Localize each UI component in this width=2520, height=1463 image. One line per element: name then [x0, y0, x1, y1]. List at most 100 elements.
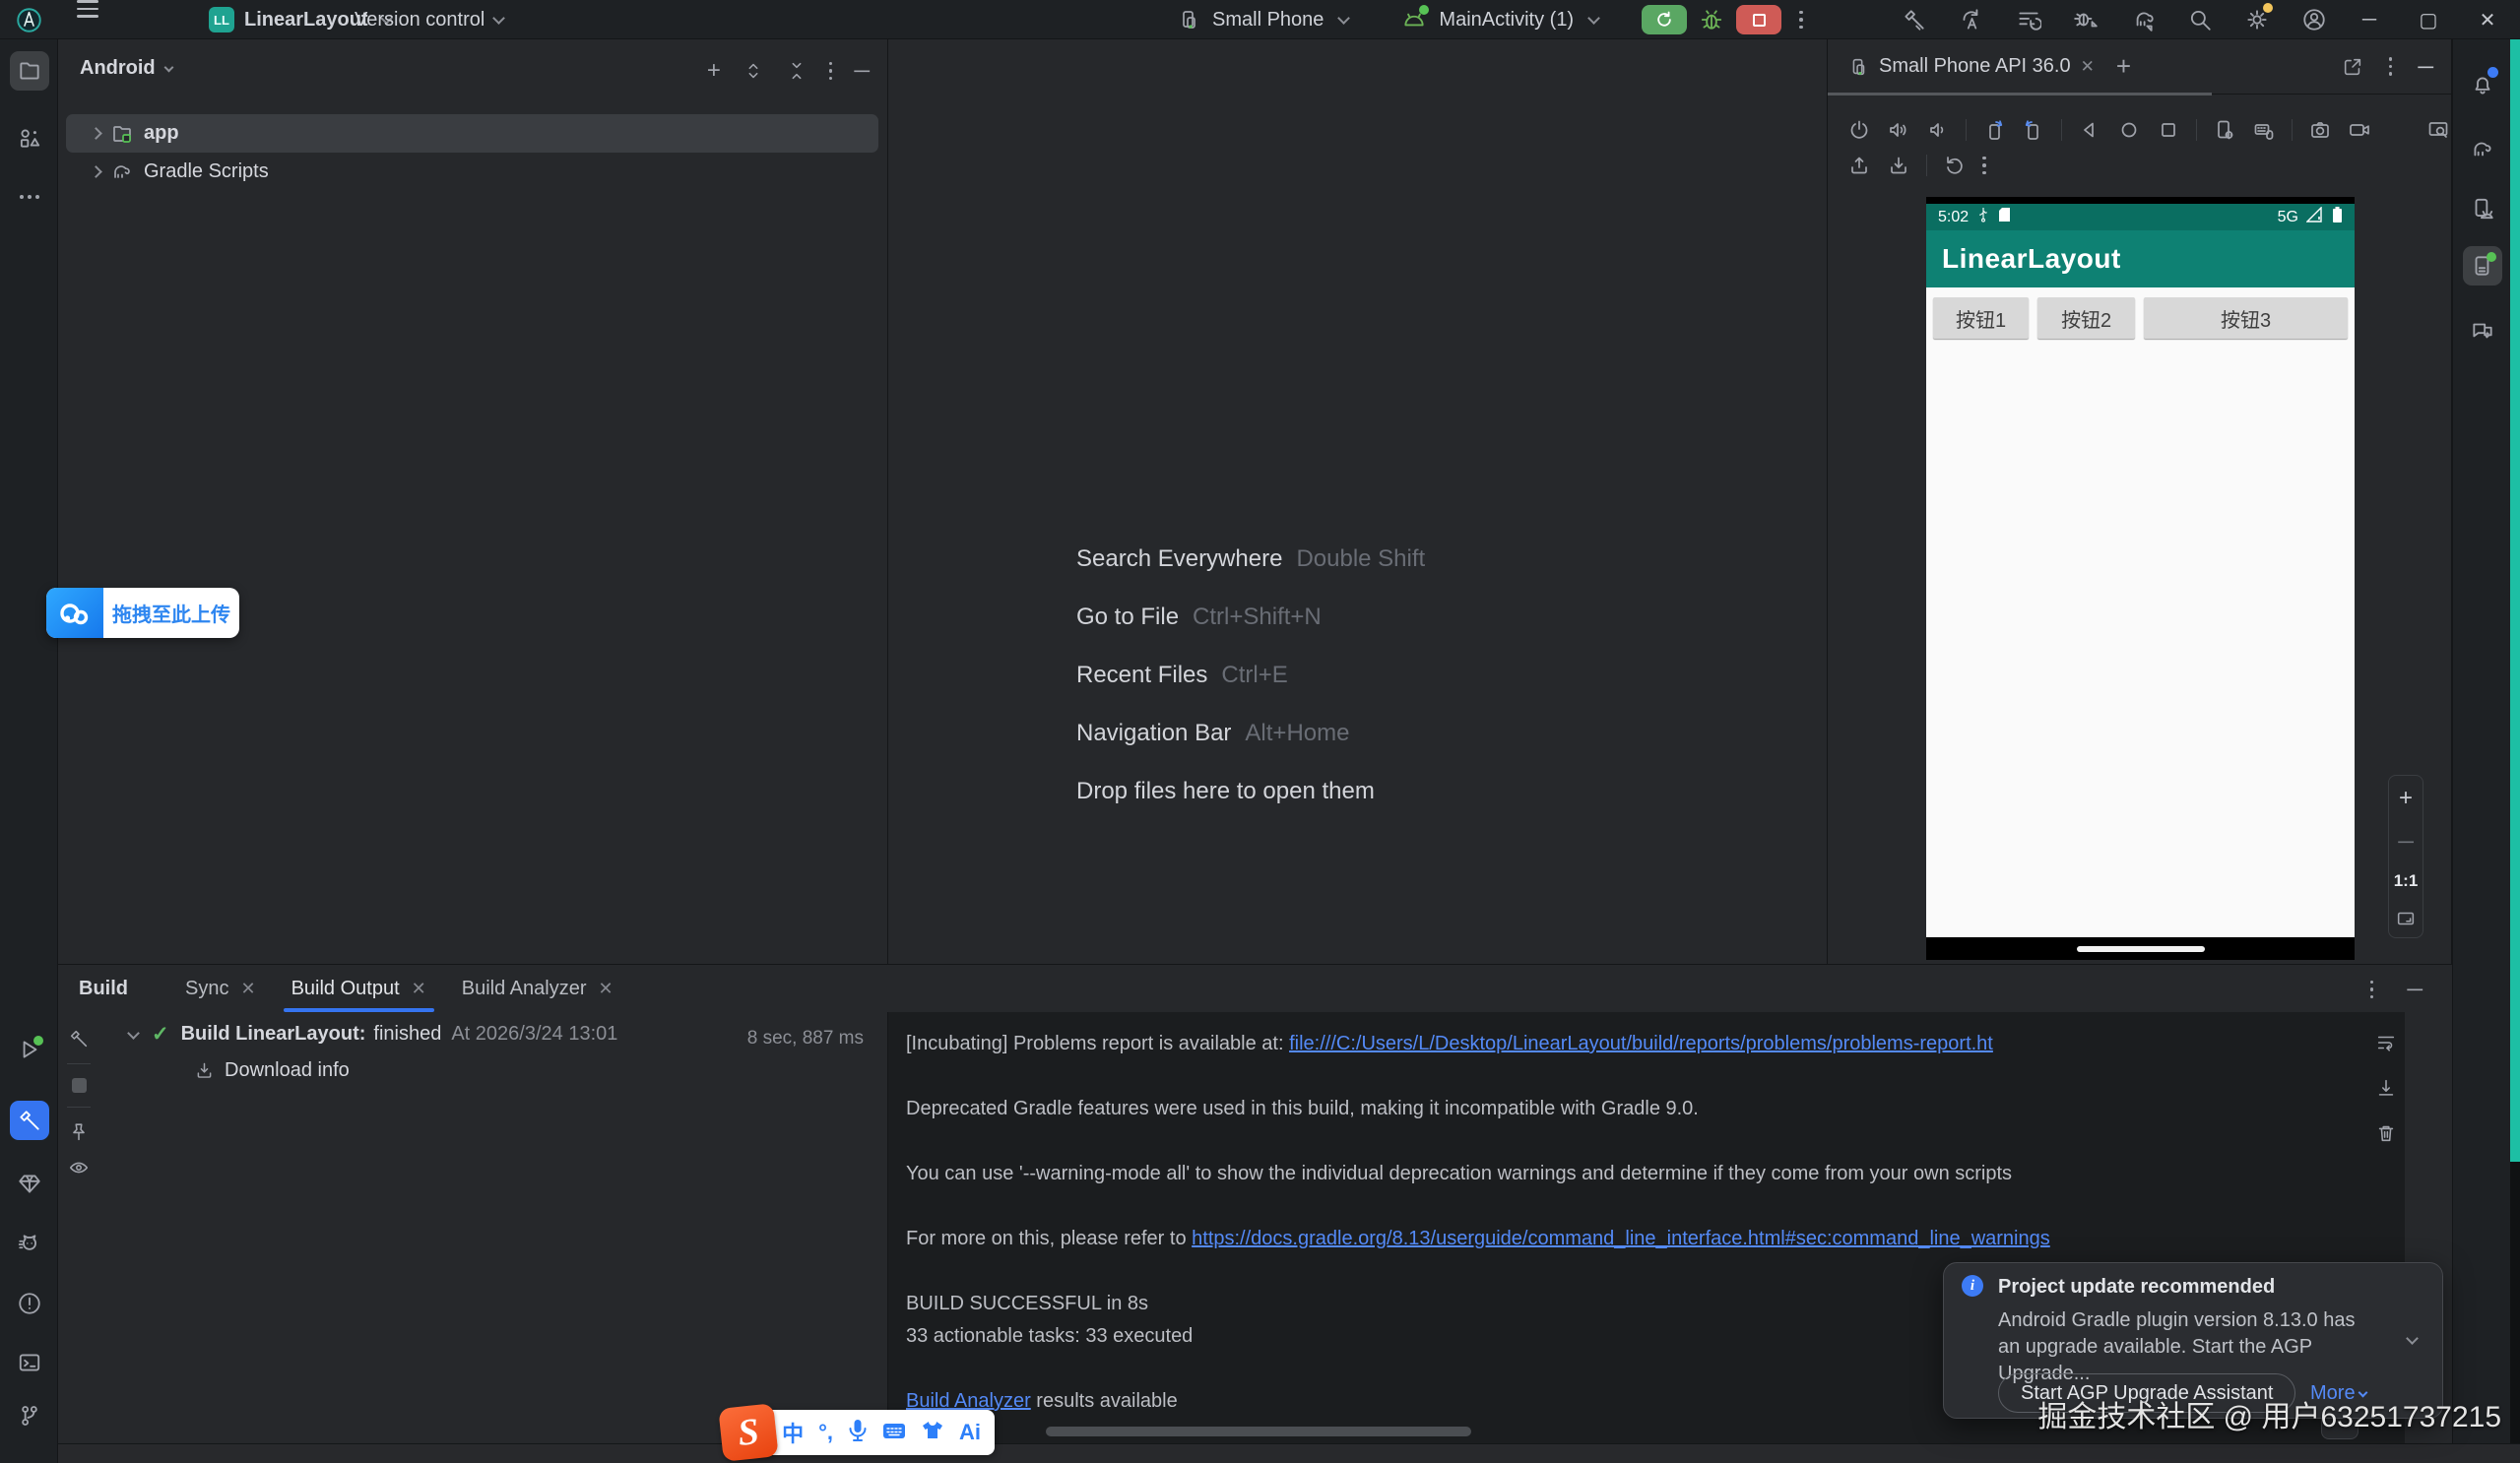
sogou-logo[interactable]: S [718, 1403, 779, 1462]
device-settings-icon[interactable] [2213, 118, 2236, 142]
profile-avatar-icon[interactable] [2301, 7, 2327, 32]
gesture-pill[interactable] [2076, 945, 2205, 952]
tree-item-app[interactable]: app [66, 114, 878, 153]
rerun-button[interactable] [1642, 5, 1688, 34]
run-tool-button[interactable] [10, 1030, 49, 1069]
terminal-tool-button[interactable] [10, 1343, 49, 1382]
search-icon[interactable] [2187, 7, 2213, 32]
more-tool-windows-icon[interactable] [10, 177, 49, 217]
gemini-chat-tool-button[interactable] [2463, 311, 2502, 350]
hardware-input-icon[interactable] [2252, 118, 2276, 142]
console-link[interactable]: file:///C:/Users/L/Desktop/LinearLayout/… [1289, 1033, 1993, 1054]
project-view-selector[interactable]: Android [80, 57, 176, 80]
open-in-new-window-icon[interactable] [2342, 56, 2363, 78]
emulator-button-3[interactable]: 按钮3 [2144, 297, 2348, 339]
stop-build-icon[interactable] [71, 1078, 87, 1093]
rotate-right-icon[interactable] [2022, 118, 2045, 142]
device-manager-tool-button[interactable] [2463, 189, 2502, 228]
ai-actions-icon[interactable] [1959, 7, 1984, 32]
build-tool-button[interactable] [10, 1101, 49, 1140]
window-minimize-button[interactable]: ─ [2355, 9, 2384, 32]
rotate-left-icon[interactable] [1982, 118, 2006, 142]
ime-ai-assistant[interactable]: Ai [959, 1420, 981, 1445]
collapse-all-icon[interactable] [786, 60, 808, 82]
power-button-icon[interactable] [1847, 118, 1871, 142]
mirror-display-icon[interactable] [2426, 118, 2450, 142]
version-control-tool-button[interactable] [10, 1396, 49, 1435]
running-devices-tool-button[interactable] [2463, 246, 2502, 286]
close-tab-icon[interactable]: ✕ [412, 979, 426, 999]
download-icon[interactable] [1887, 154, 1910, 177]
emulator-button-2[interactable]: 按钮2 [2037, 297, 2136, 339]
ime-language-mode[interactable]: 中 [782, 1417, 804, 1448]
clear-all-trash-icon[interactable] [2375, 1122, 2397, 1144]
main-menu-icon[interactable] [77, 0, 98, 39]
project-options-icon[interactable] [828, 61, 833, 81]
stop-button[interactable] [1736, 5, 1782, 34]
console-link[interactable]: Build Analyzer [906, 1390, 1031, 1412]
attach-debugger-icon[interactable] [2073, 7, 2099, 32]
pin-icon[interactable] [68, 1121, 90, 1143]
scroll-to-end-icon[interactable] [2375, 1077, 2397, 1099]
run-configuration[interactable]: MainActivity (1) [1439, 9, 1574, 32]
expand-selection-icon[interactable] [743, 60, 764, 82]
zoom-level[interactable]: 1:1 [2394, 871, 2419, 891]
android-overview-icon[interactable] [2157, 118, 2180, 142]
build-tab-build-output[interactable]: Build Output ✕ [274, 965, 444, 1012]
hide-build-panel-icon[interactable]: ─ [2407, 977, 2423, 1002]
android-back-icon[interactable] [2078, 118, 2101, 142]
build-filter-hammer-icon[interactable] [68, 1028, 90, 1050]
ime-skin-shirt-icon[interactable] [921, 1420, 944, 1445]
hide-panel-icon[interactable]: ─ [2418, 54, 2433, 80]
logcat-tool-button[interactable] [10, 1225, 49, 1264]
build-tab-sync[interactable]: Sync ✕ [167, 965, 274, 1012]
settings-gear-icon[interactable] [2244, 3, 2273, 32]
ime-punctuation-mode[interactable]: °, [818, 1420, 833, 1445]
gradle-tool-button[interactable] [2463, 130, 2502, 169]
preview-eye-icon[interactable] [68, 1157, 90, 1178]
panel-options-icon[interactable] [2388, 57, 2393, 76]
debug-button[interactable] [1699, 7, 1724, 32]
download-info-row[interactable]: Download info [194, 1059, 350, 1082]
ime-microphone-icon[interactable] [848, 1419, 868, 1447]
window-maximize-button[interactable]: ▢ [2414, 8, 2443, 32]
notifications-bell-icon[interactable] [2463, 65, 2502, 104]
hide-panel-icon[interactable]: ─ [854, 58, 870, 84]
zoom-in-button[interactable]: + [2399, 785, 2413, 812]
app-quality-insights-tool-button[interactable] [10, 1164, 49, 1203]
more-actions-icon[interactable] [1799, 10, 1803, 30]
device-more-options-icon[interactable] [1982, 156, 1986, 175]
volume-down-icon[interactable] [1926, 118, 1950, 142]
gradle-sync-icon[interactable] [2130, 7, 2156, 32]
upload-drop-widget[interactable]: 拖拽至此上传 [46, 588, 239, 638]
screenshot-camera-icon[interactable] [2308, 118, 2332, 142]
new-tab-icon[interactable]: + [2116, 51, 2131, 82]
emulator-screen[interactable]: 5:02 5G LinearLayout 按钮1 按钮2 按钮3 [1926, 197, 2355, 960]
tree-item-gradle-scripts[interactable]: Gradle Scripts [66, 153, 878, 191]
running-device-tab[interactable]: Small Phone API 36.0 ✕ [1847, 55, 2095, 78]
android-home-icon[interactable] [2117, 118, 2141, 142]
close-tab-icon[interactable]: ✕ [2081, 57, 2095, 77]
expand-icon[interactable] [90, 127, 102, 140]
add-icon[interactable]: + [707, 57, 721, 85]
task-list-icon[interactable] [2016, 7, 2041, 32]
screen-record-icon[interactable] [2348, 118, 2371, 142]
collapse-notification-icon[interactable] [2406, 1332, 2419, 1345]
upload-icon[interactable] [1847, 154, 1871, 177]
close-tab-icon[interactable]: ✕ [598, 979, 613, 999]
reset-icon[interactable] [1943, 154, 1967, 177]
zoom-fit-icon[interactable] [2395, 908, 2417, 929]
emulator-button-1[interactable]: 按钮1 [1933, 297, 2030, 339]
version-control-widget[interactable]: Version control [355, 0, 507, 39]
close-tab-icon[interactable]: ✕ [240, 979, 255, 999]
volume-up-icon[interactable] [1887, 118, 1910, 142]
project-tool-button[interactable] [10, 51, 49, 91]
ime-keyboard-icon[interactable] [882, 1421, 906, 1445]
zoom-out-button[interactable]: ─ [2398, 829, 2414, 855]
horizontal-scrollbar[interactable] [1046, 1427, 1471, 1436]
problems-tool-button[interactable] [10, 1284, 49, 1323]
device-selector[interactable]: Small Phone [1212, 9, 1324, 32]
console-link[interactable]: https://docs.gradle.org/8.13/userguide/c… [1192, 1228, 2050, 1249]
expand-icon[interactable] [90, 165, 102, 178]
build-result-row[interactable]: ✓ Build LinearLayout: finished At 2026/3… [125, 1022, 617, 1047]
